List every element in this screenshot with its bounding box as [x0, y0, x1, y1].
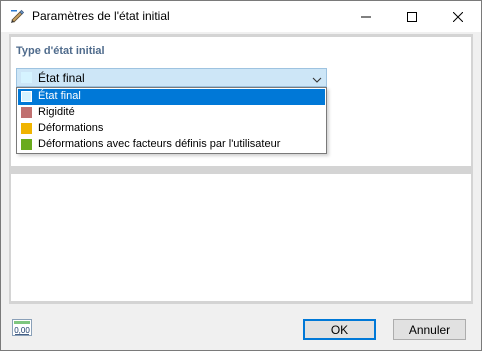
ok-button[interactable]: OK — [303, 319, 376, 340]
dialog-content: Type d'état initial État final État fina… — [9, 34, 473, 304]
dialog-window: Paramètres de l'état initial Type d'état… — [0, 0, 482, 351]
minimize-icon — [361, 12, 371, 22]
option-rigidite[interactable]: Rigidité — [18, 105, 325, 121]
option-label: Déformations avec facteurs définis par l… — [38, 138, 281, 150]
close-icon — [453, 11, 463, 22]
window-title: Paramètres de l'état initial — [32, 9, 170, 23]
group-label: Type d'état initial — [16, 45, 105, 57]
cancel-label: Annuler — [408, 322, 451, 337]
ok-label: OK — [330, 322, 349, 337]
number-format-icon[interactable]: 0,00 — [12, 319, 32, 336]
initial-state-group: Type d'état initial État final État fina… — [11, 37, 471, 166]
title-bar[interactable]: Paramètres de l'état initial — [1, 1, 481, 32]
option-deformations[interactable]: Déformations — [18, 121, 325, 137]
cancel-button[interactable]: Annuler — [393, 319, 466, 340]
option-etat-final[interactable]: État final — [18, 89, 325, 105]
option-color-swatch — [21, 123, 32, 134]
initial-state-combobox[interactable]: État final — [16, 68, 327, 87]
option-label: Rigidité — [38, 106, 75, 118]
minimize-button[interactable] — [343, 1, 389, 32]
option-color-swatch — [21, 139, 32, 150]
number-format-text: 0,00 — [14, 326, 30, 335]
chevron-down-icon — [312, 73, 322, 87]
option-color-swatch — [21, 91, 32, 102]
initial-state-dropdown-list: État final Rigidité Déformations Déforma… — [16, 87, 327, 154]
combo-color-swatch — [21, 72, 32, 83]
close-button[interactable] — [435, 1, 481, 32]
maximize-icon — [407, 11, 417, 22]
option-label: État final — [38, 90, 81, 102]
option-color-swatch — [21, 107, 32, 118]
option-label: Déformations — [38, 122, 104, 134]
option-deformations-facteurs[interactable]: Déformations avec facteurs définis par l… — [18, 137, 325, 153]
maximize-button[interactable] — [389, 1, 435, 32]
combo-value: État final — [38, 71, 85, 85]
settings-panel — [11, 174, 471, 301]
edit-pencil-icon — [9, 8, 25, 24]
